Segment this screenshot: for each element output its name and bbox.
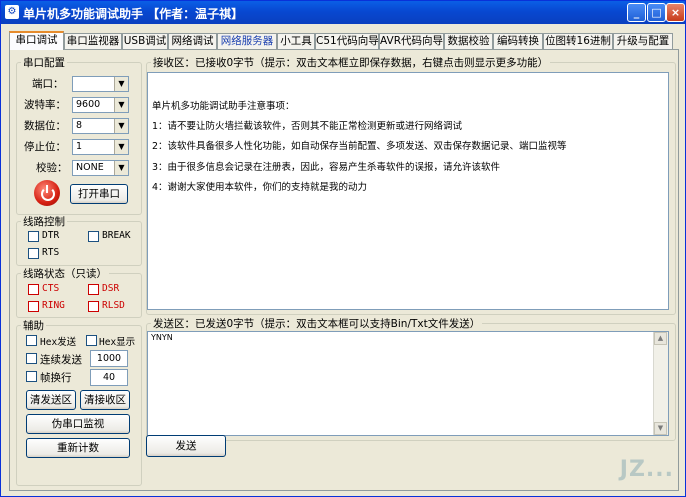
stopbits-select[interactable]: 1 ▼ [72, 139, 129, 155]
chevron-down-icon[interactable]: ▼ [114, 140, 128, 154]
chevron-down-icon[interactable]: ▼ [114, 98, 128, 112]
databits-select[interactable]: 8 ▼ [72, 118, 129, 134]
tab-bitmap-hex[interactable]: 位图转16进制 [543, 33, 613, 49]
tab-network-debug[interactable]: 网络调试 [168, 33, 217, 49]
rts-label: RTS [42, 247, 60, 258]
port-label: 端口： [32, 78, 64, 90]
rlsd-indicator [88, 301, 99, 312]
dsr-label: DSR [102, 283, 120, 294]
fake-monitor-button[interactable]: 伪串口监视 [26, 414, 130, 434]
parity-value: NONE [76, 162, 104, 173]
tab-serial-debug[interactable]: 串口调试 [9, 31, 64, 50]
baud-value: 9600 [76, 99, 101, 110]
scroll-up-icon[interactable]: ▲ [654, 332, 667, 345]
continuous-send-label: 连续发送 [40, 354, 82, 366]
open-port-button[interactable]: 打开串口 [70, 184, 128, 204]
databits-label: 数据位： [24, 120, 66, 132]
send-legend: 发送区：已发送0字节（提示：双击文本框可以支持Bin/Txt文件发送） [153, 318, 481, 330]
tab-avr-wizard[interactable]: AVR代码向导 [379, 33, 444, 49]
receive-textarea[interactable]: 单片机多功能调试助手注意事项： 1：请不要让防火墙拦截该软件，否则其不能正常检测… [147, 72, 669, 310]
chevron-down-icon[interactable]: ▼ [114, 161, 128, 175]
ring-label: RING [42, 300, 65, 311]
receive-line: 4：谢谢大家使用本软件，你们的支持就是我的动力 [152, 182, 368, 193]
maximize-button[interactable]: □ [647, 3, 666, 22]
hex-show-checkbox[interactable] [86, 335, 97, 346]
break-label: BREAK [102, 230, 131, 241]
receive-line: 1：请不要让防火墙拦截该软件，否则其不能正常检测更新或进行网络调试 [152, 121, 463, 132]
parity-select[interactable]: NONE ▼ [72, 160, 129, 176]
rlsd-label: RLSD [102, 300, 125, 311]
tab-tools[interactable]: 小工具 [277, 33, 315, 49]
databits-value: 8 [76, 120, 83, 131]
send-scrollbar[interactable]: ▲ ▼ [653, 332, 668, 435]
stopbits-value: 1 [76, 141, 83, 152]
send-button[interactable]: 发送 [146, 435, 226, 457]
chevron-down-icon[interactable]: ▼ [114, 119, 128, 133]
clear-send-button[interactable]: 清发送区 [26, 390, 76, 410]
tab-network-server[interactable]: 网络服务器 [217, 33, 277, 49]
serial-config-legend: 串口配置 [23, 57, 65, 69]
send-textarea[interactable]: YNYN ▲ ▼ [147, 331, 669, 436]
cts-label: CTS [42, 283, 60, 294]
receive-heading: 单片机多功能调试助手注意事项： [152, 101, 295, 112]
continuous-send-checkbox[interactable] [26, 353, 37, 364]
baud-select[interactable]: 9600 ▼ [72, 97, 129, 113]
port-select[interactable]: ▼ [72, 76, 129, 92]
baud-label: 波特率： [24, 99, 66, 111]
clear-receive-button[interactable]: 清接收区 [80, 390, 130, 410]
main-window: ⚙ 单片机多功能调试助手 【作者：温子祺】 _ □ × 串口调试 串口监视器 U… [0, 0, 686, 497]
tab-encoding[interactable]: 编码转换 [493, 33, 543, 49]
assist-legend: 辅助 [23, 320, 44, 332]
receive-line: 2：该软件具备很多人性化功能，如自动保存当前配置、多项发送、双击保存数据记录、端… [152, 141, 567, 152]
hex-show-label: Hex显示 [99, 337, 136, 348]
tab-data-checksum[interactable]: 数据校验 [444, 33, 493, 49]
ring-indicator [28, 301, 39, 312]
minimize-button[interactable]: _ [627, 3, 646, 22]
tab-upgrade-config[interactable]: 升级与配置 [613, 33, 673, 49]
dtr-label: DTR [42, 230, 60, 241]
close-button[interactable]: × [666, 3, 685, 22]
window-title: 单片机多功能调试助手 【作者：温子祺】 [23, 7, 244, 21]
power-icon[interactable] [34, 180, 60, 206]
line-status-legend: 线路状态（只读） [23, 268, 107, 280]
rts-checkbox[interactable] [28, 248, 39, 259]
frame-length-input[interactable]: 40 [90, 369, 128, 386]
tab-usb-debug[interactable]: USB调试 [122, 33, 168, 49]
parity-label: 校验： [36, 162, 68, 174]
app-icon: ⚙ [5, 5, 19, 19]
dtr-checkbox[interactable] [28, 231, 39, 242]
cts-indicator [28, 284, 39, 295]
recount-button[interactable]: 重新计数 [26, 438, 130, 458]
watermark: JZ... [619, 457, 674, 482]
frame-newline-checkbox[interactable] [26, 371, 37, 382]
interval-input[interactable]: 1000 [90, 350, 128, 367]
stopbits-label: 停止位： [24, 141, 66, 153]
title-bar[interactable]: ⚙ 单片机多功能调试助手 【作者：温子祺】 _ □ × [1, 1, 685, 24]
tab-c51-wizard[interactable]: C51代码向导 [315, 33, 379, 49]
serial-debug-panel: 串口配置 端口： ▼ 波特率： 9600 ▼ 数据位： 8 ▼ 停止位： 1 ▼… [9, 49, 679, 491]
dsr-indicator [88, 284, 99, 295]
line-control-legend: 线路控制 [23, 216, 65, 228]
frame-newline-label: 帧换行 [40, 372, 72, 384]
scroll-down-icon[interactable]: ▼ [654, 422, 667, 435]
tab-serial-monitor[interactable]: 串口监视器 [64, 33, 122, 49]
hex-send-label: Hex发送 [40, 337, 77, 348]
receive-line: 3：由于很多信息会记录在注册表，因此，容易产生杀毒软件的误报，请允许该软件 [152, 162, 501, 173]
hex-send-checkbox[interactable] [26, 335, 37, 346]
send-content: YNYN [151, 333, 173, 342]
chevron-down-icon[interactable]: ▼ [114, 77, 128, 91]
break-checkbox[interactable] [88, 231, 99, 242]
receive-legend: 接收区：已接收0字节（提示：双击文本框立即保存数据，右键点击则显示更多功能） [153, 57, 549, 69]
